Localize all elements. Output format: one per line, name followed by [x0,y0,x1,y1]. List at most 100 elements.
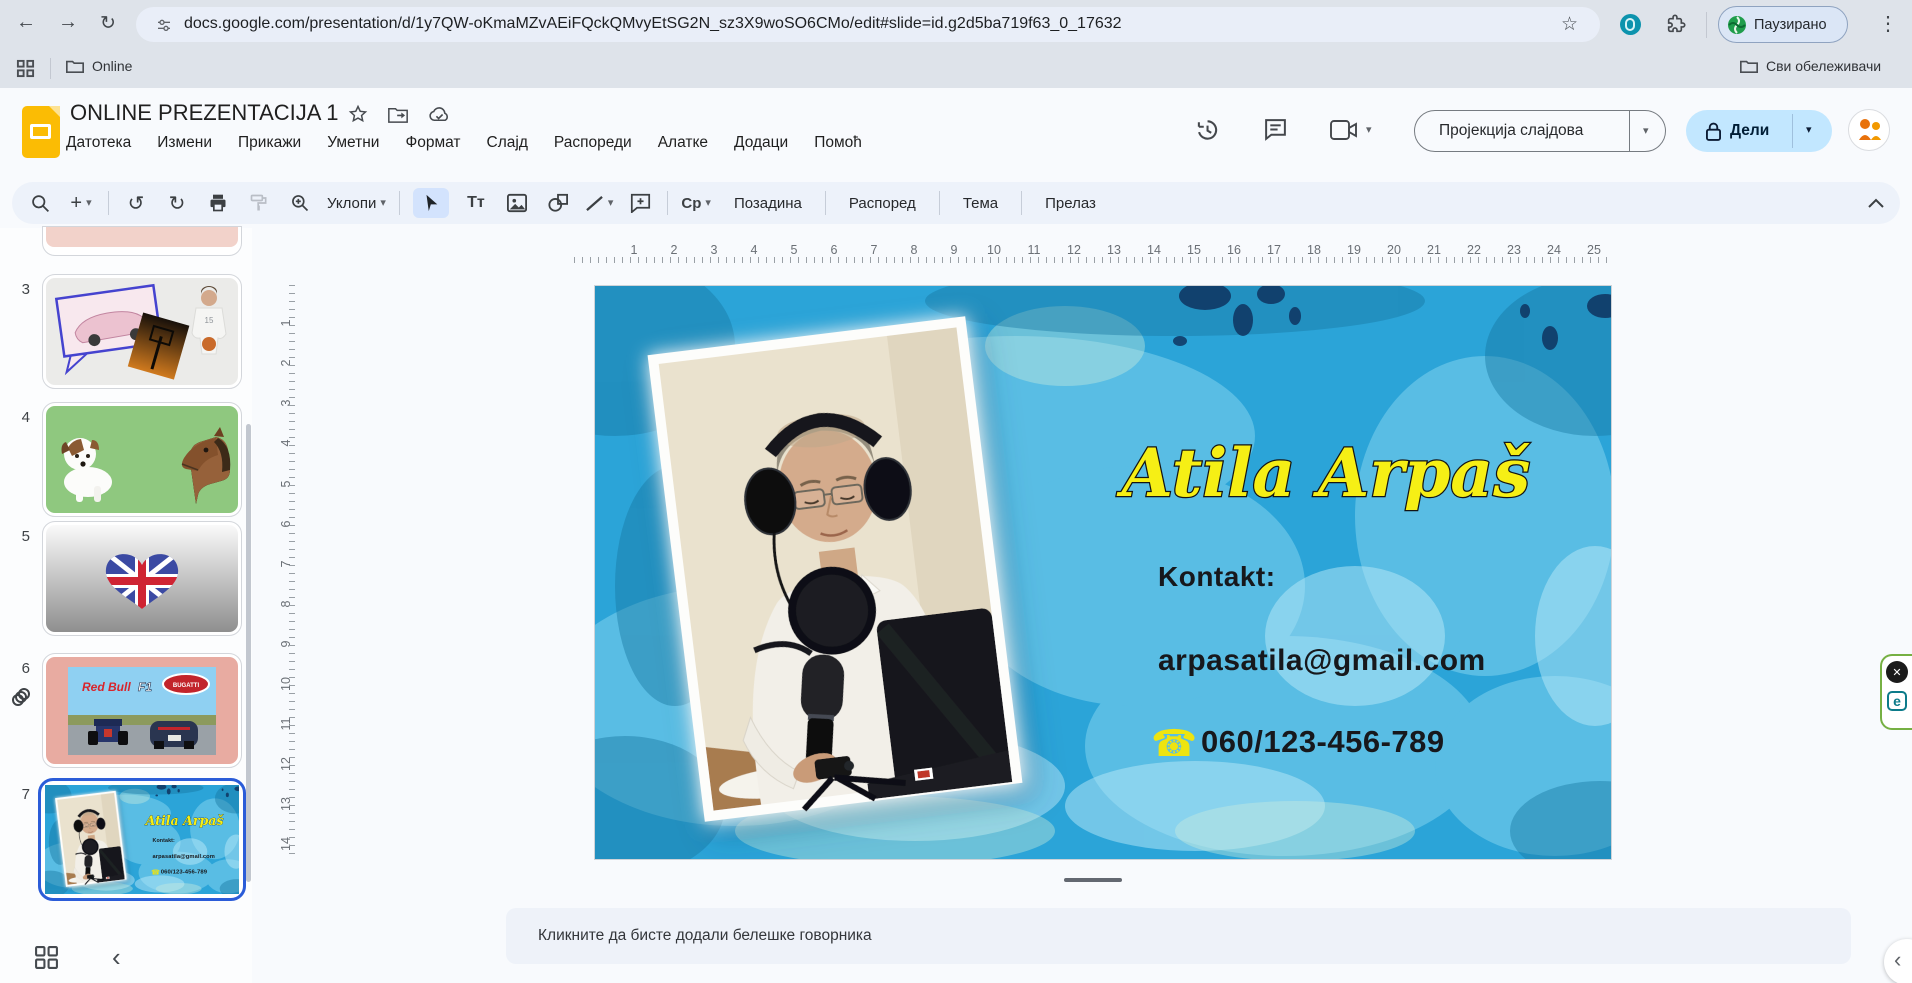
slide-thumbnail-6[interactable]: Red Bull F1 BUGATTI [42,653,242,768]
thumbnail-4-art [46,406,238,513]
ruler-number: 25 [1587,243,1601,257]
grid-view-icon[interactable] [34,945,59,970]
line-icon [586,195,603,211]
insert-comment-button[interactable] [626,188,654,218]
menu-arrange[interactable]: Распореди [554,134,632,152]
slide-canvas[interactable]: Atila Arpaš Kontakt: arpasatila@gmail.co… [594,285,1612,860]
share-button[interactable]: Дели ▾ [1686,110,1832,152]
app-header: ONLINE PREZENTACIJA 1 Датотека Измени Пр… [0,88,1912,178]
zoom-caret-icon: ▾ [86,196,92,209]
select-tool-button[interactable] [412,188,449,218]
share-caret-icon[interactable]: ▾ [1806,125,1812,136]
insert-image-button[interactable] [503,188,531,218]
slide-number: 5 [21,528,30,545]
insert-shape-button[interactable] [544,188,572,218]
slide-number: 7 [21,786,30,803]
profile-avatar-icon [1728,15,1746,34]
menu-insert[interactable]: Уметни [327,134,379,152]
ruler-number: 24 [1547,243,1561,257]
vertical-ruler-ticks [289,285,295,858]
slide-thumbnail-2-partial[interactable] [42,226,242,256]
extension-e-icon[interactable]: e [1887,691,1907,711]
toolbar-separator [108,191,109,215]
reload-button[interactable]: ↻ [100,12,116,35]
slideshow-caret-icon[interactable]: ▾ [1643,126,1649,137]
slide-thumbnail-3[interactable]: 15 [42,274,242,389]
slides-logo-icon[interactable] [22,106,60,158]
speaker-notes-placeholder: Кликните да бисте додали белешке говорни… [538,927,872,944]
extension-badge-icon[interactable] [1620,14,1641,35]
slide-thumbnail-7-selected[interactable] [38,778,246,901]
theme-button[interactable]: Тема [953,188,1008,218]
camera-caret-icon[interactable]: ▾ [1366,125,1372,136]
menu-addons[interactable]: Додаци [734,134,788,152]
search-menus-button[interactable] [26,188,54,218]
print-button[interactable] [204,188,232,218]
zoom-select-button[interactable]: + ▾ [67,188,95,218]
avatar-art-icon [1859,119,1881,140]
address-bar[interactable]: docs.google.com/presentation/d/1y7QW-oKm… [136,7,1600,42]
background-button[interactable]: Позадина [724,188,812,218]
bookmarks-bar: Online Сви обележивачи [0,49,1912,89]
textbox-button[interactable]: Tт [462,188,490,218]
forward-button[interactable]: → [58,11,78,34]
fit-zoom-button[interactable]: Уклопи ▾ [327,188,386,218]
plus-icon: + [70,191,83,214]
menu-view[interactable]: Прикажи [238,134,301,152]
side-panel-toggle-button[interactable]: ‹ [1884,939,1912,983]
slideshow-button[interactable]: Пројекција слајдова ▾ [1414,110,1666,152]
comments-icon[interactable] [1263,117,1288,142]
back-button[interactable]: ← [16,11,36,34]
transition-button[interactable]: Прелаз [1035,188,1106,218]
menu-help[interactable]: Помоћ [814,134,862,152]
layout-button[interactable]: Распоред [839,188,926,218]
fit-caret-icon: ▾ [380,196,386,209]
insert-line-button[interactable]: ▾ [585,188,613,218]
doc-title[interactable]: ONLINE PREZENTACIJA 1 [70,100,339,126]
meet-camera-icon[interactable] [1330,120,1358,140]
extensions-puzzle-icon[interactable] [1664,13,1686,35]
menu-edit[interactable]: Измени [157,134,212,152]
menu-format[interactable]: Формат [405,134,460,152]
profile-chip[interactable]: Паузирано [1718,6,1848,43]
speaker-notes-input[interactable]: Кликните да бисте додали белешке говорни… [506,908,1851,964]
all-bookmarks[interactable]: Сви обележивачи [1740,58,1881,74]
menu-bar: Датотека Измени Прикажи Уметни Формат Сл… [66,134,862,152]
horizontal-ruler-ticks [574,257,1610,263]
slide-thumbnail-4[interactable] [42,402,242,517]
url-text[interactable]: docs.google.com/presentation/d/1y7QW-oKm… [184,15,1564,33]
star-doc-icon[interactable] [348,104,368,124]
bookmark-folder-online[interactable]: Online [66,58,132,74]
menu-tools[interactable]: Алатке [658,134,708,152]
move-folder-icon[interactable] [388,107,408,123]
close-icon[interactable]: ✕ [1886,661,1908,683]
zoom-in-button[interactable] [286,188,314,218]
filmstrip-scrollbar[interactable] [246,424,251,882]
ruler-number: 13 [1107,243,1121,257]
slideshow-label: Пројекција слајдова [1439,122,1584,139]
undo-button[interactable]: ↺ [122,188,150,218]
paint-format-button[interactable] [245,188,273,218]
add-comment-icon [630,193,650,213]
slide-thumbnail-5[interactable] [42,521,242,636]
player-jersey-number: 15 [205,316,214,325]
collapse-menus-icon[interactable] [1866,197,1886,210]
site-info-icon[interactable] [156,17,172,33]
menu-slide[interactable]: Слајд [487,134,528,152]
ruler-number: 16 [1227,243,1241,257]
ruler-number: 1 [630,243,638,257]
browser-menu-icon[interactable]: ⋮ [1878,11,1898,36]
redo-button[interactable]: ↻ [163,188,191,218]
apps-grid-icon[interactable] [16,59,35,78]
notes-resize-handle[interactable] [1064,878,1122,882]
account-avatar[interactable] [1848,109,1890,151]
shape-icon [548,193,568,212]
browser-window: ← → ↻ docs.google.com/presentation/d/1y7… [0,0,1912,983]
bookmark-star-icon[interactable]: ☆ [1561,13,1578,36]
menu-file[interactable]: Датотека [66,134,131,152]
cloud-saved-icon[interactable] [428,106,451,123]
thumbnail-7-art [45,785,239,894]
version-history-icon[interactable] [1194,117,1220,143]
collapse-filmstrip-icon[interactable]: ‹ [112,942,121,973]
input-tools-button[interactable]: Ср ▾ [681,188,711,218]
